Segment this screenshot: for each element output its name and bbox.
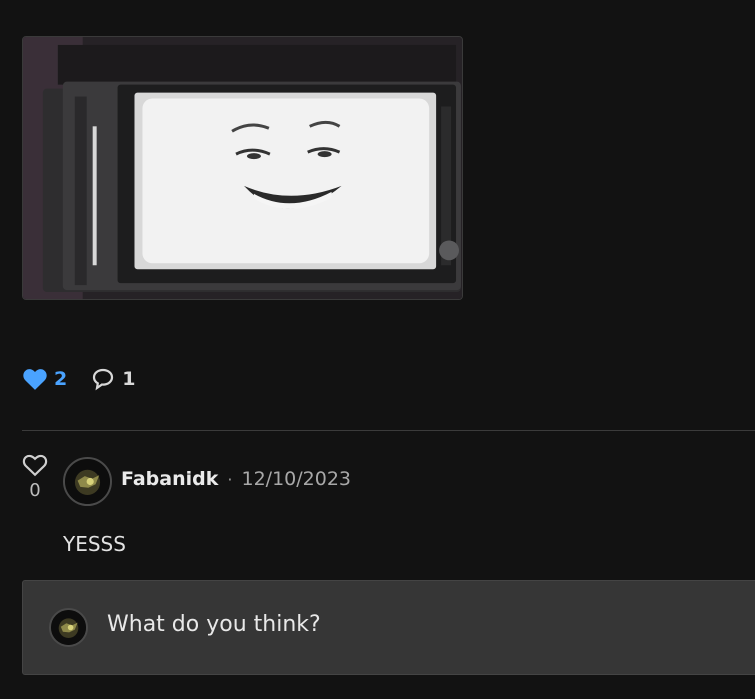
like-count: 2 (54, 368, 68, 390)
avatar[interactable] (63, 457, 112, 506)
tv-smiley-image (23, 37, 462, 299)
comment-text: YESSS (63, 532, 126, 556)
comment-like-button[interactable]: 0 (21, 453, 49, 501)
comment-count: 1 (122, 368, 136, 390)
reply-input[interactable]: What do you think? (107, 612, 321, 637)
speech-bubble-icon (91, 367, 115, 391)
heart-icon (22, 367, 48, 391)
post-page: 2 1 0 Fabanidk · 12/10/2023 YESSS What d… (0, 0, 755, 699)
comments-button[interactable]: 1 (91, 367, 135, 391)
current-user-avatar (49, 608, 88, 647)
post-reactions: 2 1 (22, 364, 135, 394)
comment-header: Fabanidk · 12/10/2023 (121, 468, 351, 490)
post-image[interactable] (22, 36, 463, 300)
heart-outline-icon (21, 453, 49, 477)
divider (22, 430, 755, 431)
comment-author[interactable]: Fabanidk (121, 468, 218, 490)
like-button[interactable]: 2 (22, 367, 91, 391)
separator-dot: · (227, 469, 233, 489)
comment-like-count: 0 (29, 480, 41, 501)
comment-date: 12/10/2023 (241, 468, 351, 490)
avatar-image (65, 459, 110, 504)
avatar-image (51, 610, 86, 645)
